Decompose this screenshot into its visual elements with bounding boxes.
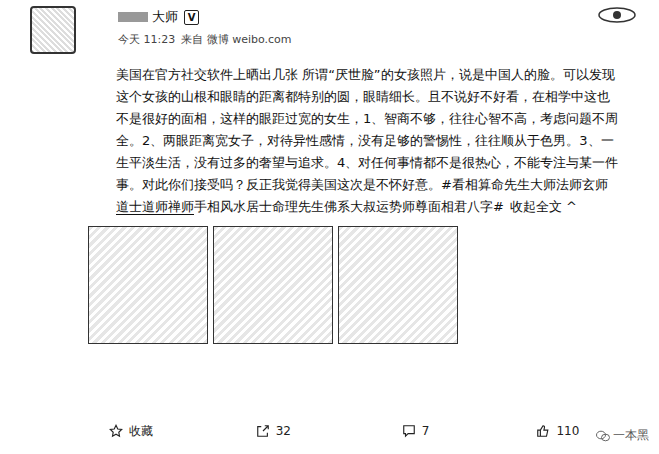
- hashtag[interactable]: 手相风水居士命理先生佛系大叔运势师尊面相君八字#: [194, 199, 504, 214]
- hashtag[interactable]: #看相算命先生大师法师玄师: [441, 177, 608, 192]
- decoration-icon: [595, 4, 639, 30]
- photo[interactable]: [338, 226, 458, 344]
- post-header: 大师 V 今天 11:23 来自 微博 weibo.com: [0, 0, 659, 58]
- thumb-up-icon: [536, 424, 550, 438]
- post-meta: 大师 V 今天 11:23 来自 微博 weibo.com: [118, 6, 639, 47]
- photo[interactable]: [88, 226, 208, 344]
- watermark: 一本黑: [596, 427, 649, 444]
- wechat-icon: [596, 430, 610, 442]
- action-label: 110: [556, 424, 579, 438]
- action-bar: 收藏 32 7 110: [0, 416, 659, 454]
- action-label: 7: [422, 424, 430, 438]
- weibo-post: 大师 V 今天 11:23 来自 微博 weibo.com 美国在官方社交软件上晒出几张…: [0, 0, 659, 454]
- post-time: 今天 11:23 来自 微博 weibo.com: [118, 32, 639, 47]
- author-row: 大师 V: [118, 8, 639, 26]
- avatar[interactable]: [30, 6, 76, 54]
- time: 今天 11:23: [118, 32, 175, 47]
- share-button[interactable]: 32: [202, 424, 344, 438]
- hashtag[interactable]: 道士道师禅师: [116, 199, 194, 214]
- comment-icon: [402, 424, 416, 438]
- post-text: 美国在官方社交软件上晒出几张 所谓“厌世脸”的女孩照片，说是中国人的脸。可以发现…: [0, 64, 659, 218]
- action-label: 收藏: [129, 423, 153, 440]
- image-grid: [0, 226, 659, 344]
- favorite-button[interactable]: 收藏: [60, 423, 202, 440]
- verified-badge: V: [184, 10, 199, 25]
- comment-button[interactable]: 7: [345, 424, 487, 438]
- star-icon: [109, 424, 123, 438]
- source: 来自 微博 weibo.com: [181, 32, 291, 47]
- eye-icon: [595, 4, 639, 26]
- share-icon: [256, 424, 270, 438]
- author-name[interactable]: 大师: [152, 8, 178, 26]
- collapse-link[interactable]: 收起全文 ^: [510, 199, 577, 214]
- action-label: 32: [276, 424, 291, 438]
- photo[interactable]: [213, 226, 333, 344]
- redaction-bar: [118, 12, 148, 22]
